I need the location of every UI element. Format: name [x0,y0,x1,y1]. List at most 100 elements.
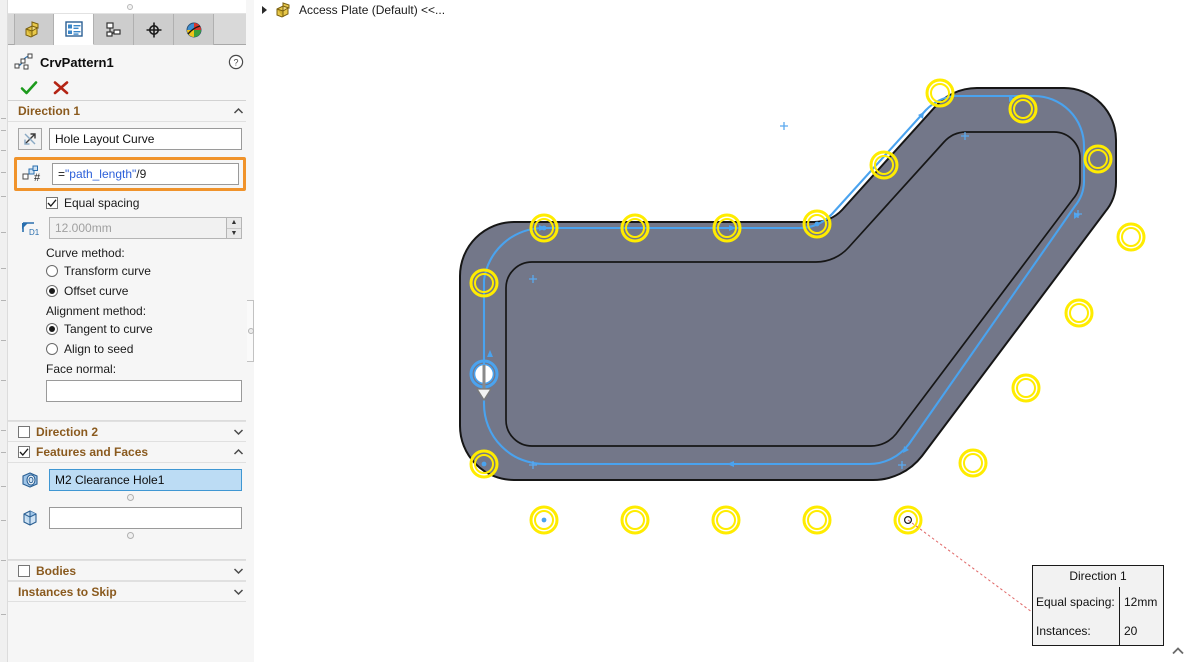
instance-count-input[interactable]: ="path_length"/9 [52,163,239,185]
callout-keys: Equal spacing: Instances: [1033,587,1119,645]
callout-value-instances: 20 [1124,623,1138,638]
callout-grid: Equal spacing: Instances: 12mm 20 [1033,587,1163,645]
faces-row [18,507,242,529]
hole-instance [802,505,832,535]
callout-title: Direction 1 [1069,569,1127,583]
chevron-down-icon [233,429,244,436]
part-model-graphic[interactable] [254,0,1201,662]
hole-instance [802,209,832,239]
instance-count-icon: # [21,163,45,185]
pattern-direction-arrow-icon[interactable] [18,128,42,150]
svg-text:#: # [34,172,41,183]
radio-transform-curve-label: Transform curve [64,264,151,278]
panel-pin-handle[interactable] [127,4,133,10]
feature-manager-design-tree-tab[interactable] [14,14,54,45]
property-manager-tab[interactable] [54,14,94,45]
bodies-checkbox[interactable] [18,564,30,577]
callout-values: 12mm 20 [1119,587,1163,645]
red-x-icon [53,80,69,94]
stepper-up[interactable]: ▲ [227,218,241,229]
section-title-bodies: Bodies [36,563,77,578]
stepper-down[interactable]: ▼ [227,228,241,238]
radio-align-to-seed-button[interactable] [46,343,58,355]
faces-input[interactable] [49,507,242,529]
spacing-value: 12.000mm [55,221,112,235]
section-header-bodies[interactable]: Bodies [8,560,252,581]
equal-spacing-checkbox-row[interactable]: Equal spacing [46,196,242,210]
face-normal-input[interactable] [46,380,242,402]
hole-instance [711,505,741,535]
section-title-features-and-faces: Features and Faces [36,445,149,459]
callout-value-equal-spacing: 12mm [1124,594,1158,609]
section-header-direction-1[interactable]: Direction 1 [8,101,252,122]
panel-splitter[interactable] [246,0,254,662]
appearance-sphere-icon [186,22,201,37]
instance-count-highlight: # ="path_length"/9 [14,157,246,191]
pattern-direction-row: Hole Layout Curve [18,128,242,150]
seed-feature-expand-dot[interactable] [126,494,134,501]
radio-align-to-seed[interactable]: Align to seed [46,342,242,356]
dimxpert-manager-tab[interactable] [134,14,174,45]
hole-instance [925,78,955,108]
face-solid-icon [18,507,42,529]
curve-method-label: Curve method: [46,246,125,260]
chevron-up-icon [233,448,244,455]
equal-spacing-checkbox[interactable] [46,197,58,209]
section-header-direction-2[interactable]: Direction 2 [8,421,252,442]
hole-instance [529,505,559,535]
section-header-instances-to-skip[interactable]: Instances to Skip [8,581,252,602]
spacing-dimension-icon: D1 [18,217,42,239]
features-and-faces-body: M2 Clearance Hole1 [8,463,252,553]
curve-driven-pattern-icon [14,53,33,70]
accept-button[interactable] [20,80,38,96]
spacing-row: D1 12.000mm ▲ ▼ [18,217,242,239]
help-question-icon[interactable]: ? [228,54,244,70]
display-manager-tab[interactable] [174,14,214,45]
radio-transform-curve[interactable]: Transform curve [46,264,242,278]
alignment-method-label: Alignment method: [46,304,147,318]
configuration-manager-tab[interactable] [94,14,134,45]
pattern-callout[interactable]: Direction 1 Equal spacing: Instances: 12… [1032,565,1164,646]
spacing-input[interactable]: 12.000mm ▲ ▼ [49,217,242,239]
cancel-button[interactable] [52,80,70,96]
equal-spacing-label: Equal spacing [64,196,140,210]
property-list-icon [64,21,83,37]
chevron-down-icon [233,589,244,596]
radio-offset-curve-label: Offset curve [64,284,129,298]
hole-instance [529,213,559,243]
checkmark-icon [47,199,57,207]
radio-transform-curve-button[interactable] [46,265,58,277]
section-header-features-and-faces[interactable]: Features and Faces [8,442,252,463]
radio-offset-curve-button[interactable] [46,285,58,297]
pattern-direction-input[interactable]: Hole Layout Curve [49,128,242,150]
hole-instance [1011,373,1041,403]
face-normal-label: Face normal: [46,362,117,376]
checkmark-icon [19,448,29,456]
chevron-up-icon[interactable] [1171,646,1185,656]
left-tab-rail[interactable] [0,0,8,662]
chevron-up-icon [233,107,244,114]
hole-feature-icon [18,469,42,491]
seed-feature-input[interactable]: M2 Clearance Hole1 [49,469,242,491]
graphics-viewport[interactable]: Access Plate (Default) <<... [254,0,1201,662]
hole-instance [958,448,988,478]
feature-title-row: CrvPattern1 ? [8,49,252,75]
section-title-instances-to-skip: Instances to Skip [18,584,117,599]
callout-key-instances: Instances: [1036,623,1091,638]
spacing-stepper[interactable]: ▲ ▼ [226,218,241,238]
radio-tangent-to-curve-label: Tangent to curve [64,322,153,336]
panel-top-bar [8,0,252,14]
direction-2-checkbox[interactable] [18,425,30,438]
faces-expand-dot[interactable] [126,532,134,539]
hole-instance [620,505,650,535]
radio-tangent-to-curve[interactable]: Tangent to curve [46,322,242,336]
radio-offset-curve[interactable]: Offset curve [46,284,242,298]
plate-inner-pocket [505,131,1081,447]
radio-tangent-to-curve-button[interactable] [46,323,58,335]
callout-leader-line [907,519,1041,619]
manager-tab-strip [8,14,252,45]
callout-key-equal-spacing: Equal spacing: [1036,594,1115,609]
formula-equals: = [58,167,66,181]
green-check-icon [20,80,38,94]
features-and-faces-checkbox[interactable] [18,446,30,458]
